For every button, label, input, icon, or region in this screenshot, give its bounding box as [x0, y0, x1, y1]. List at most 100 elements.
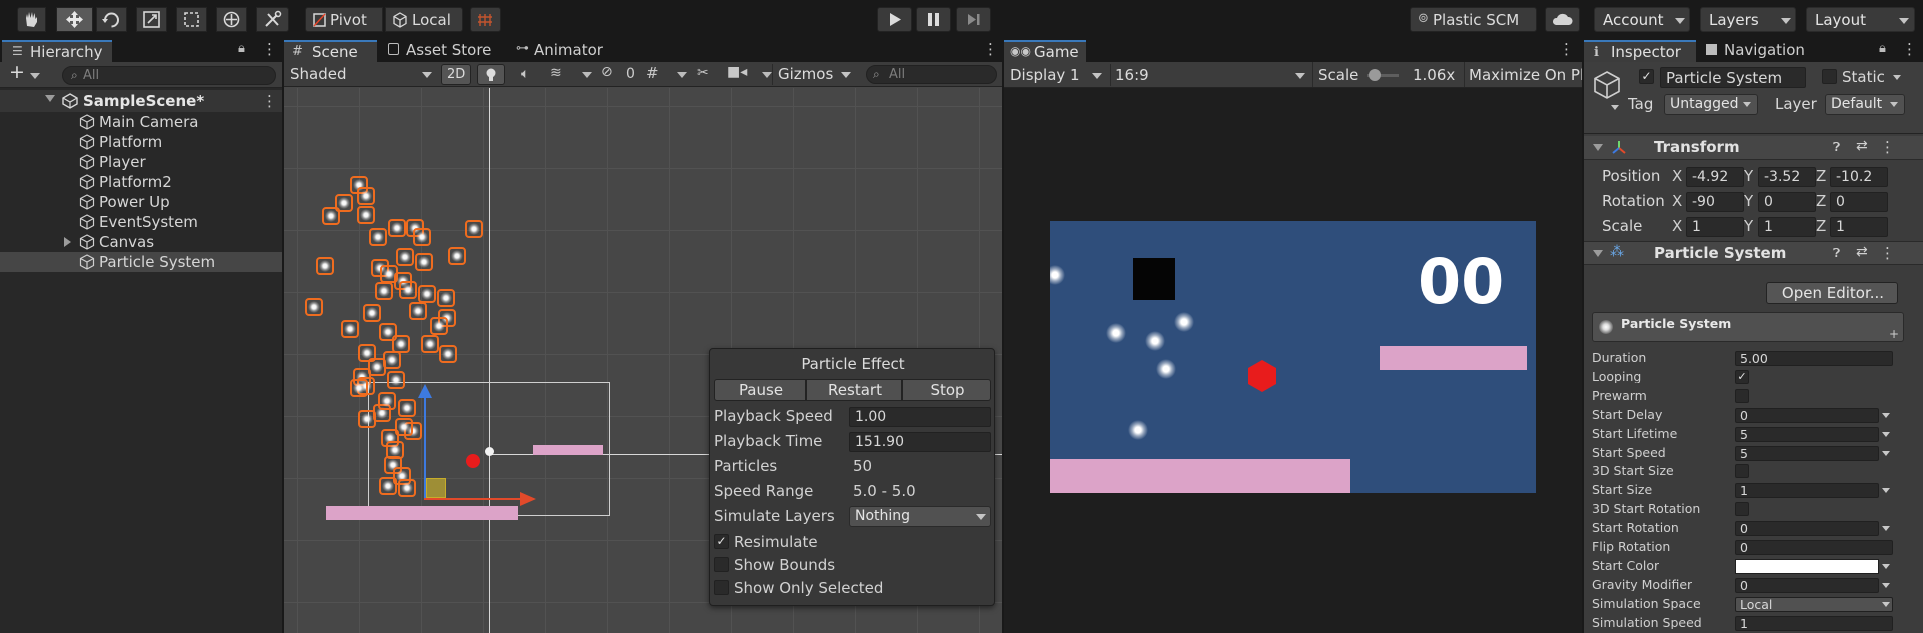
transform-x-field[interactable]: -90 — [1686, 192, 1744, 212]
move-tool-button[interactable] — [56, 7, 93, 32]
help-icon[interactable]: ❓︎ — [1833, 246, 1840, 261]
move-gizmo-x-arrow[interactable] — [520, 492, 536, 506]
aspect-dropdown[interactable]: 16:9 — [1110, 64, 1310, 86]
show-only-selected-checkbox[interactable] — [714, 580, 729, 595]
lighting-toggle[interactable] — [477, 64, 505, 85]
property-field-flip-rotation[interactable]: 0 — [1735, 540, 1893, 555]
property-field-sim-speed[interactable]: 1 — [1735, 615, 1893, 631]
scale-tool-button[interactable] — [136, 7, 167, 32]
transform-y-field[interactable]: 1 — [1758, 217, 1816, 237]
tab-game[interactable]: ◉◉ Game — [1004, 40, 1086, 62]
platform-sprite[interactable] — [326, 506, 518, 520]
chevron-down-icon[interactable] — [1882, 582, 1890, 588]
more-options-icon[interactable]: ⋮ — [983, 40, 998, 58]
foldout-arrow-icon[interactable] — [1593, 250, 1603, 257]
hierarchy-item[interactable]: Platform — [0, 132, 282, 152]
tab-scene[interactable]: # Scene — [284, 40, 377, 62]
chevron-down-icon[interactable] — [1882, 488, 1890, 494]
chevron-down-icon[interactable] — [1893, 75, 1901, 80]
hierarchy-item[interactable]: EventSystem — [0, 212, 282, 232]
tools-icon[interactable]: ✂ — [697, 65, 709, 81]
lock-icon[interactable]: 🔒︎ — [1879, 41, 1886, 56]
static-checkbox[interactable] — [1822, 69, 1837, 84]
transform-y-field[interactable]: -3.52 — [1758, 167, 1816, 187]
simulate-layers-dropdown[interactable]: Nothing — [849, 506, 991, 527]
property-field-start-speed[interactable]: 5 — [1735, 445, 1879, 461]
step-button[interactable] — [956, 7, 991, 32]
transform-x-field[interactable]: -4.92 — [1686, 167, 1744, 187]
chevron-down-icon[interactable] — [1882, 563, 1890, 569]
tab-navigation[interactable]: Navigation — [1698, 40, 1828, 62]
property-field-duration[interactable]: 5.00 — [1735, 351, 1893, 366]
move-gizmo-x-axis[interactable] — [424, 498, 524, 500]
particle-system-header[interactable]: ⁂ Particle System ❓︎ ⇄ ⋮ — [1584, 241, 1923, 265]
lock-icon[interactable]: 🔒︎ — [238, 41, 245, 56]
chevron-down-icon[interactable] — [677, 72, 687, 78]
chevron-down-icon[interactable] — [1882, 412, 1890, 418]
show-bounds-checkbox[interactable] — [714, 557, 729, 572]
transform-y-field[interactable]: 0 — [1758, 192, 1816, 212]
hierarchy-item[interactable]: Power Up — [0, 192, 282, 212]
hierarchy-item[interactable]: Particle System — [0, 252, 282, 272]
add-icon[interactable]: + — [9, 63, 25, 82]
property-field-start-lifetime[interactable]: 5 — [1735, 426, 1879, 442]
pause-button[interactable] — [916, 7, 951, 32]
local-toggle[interactable]: Local — [385, 7, 463, 32]
hierarchy-search-input[interactable]: ⌕ All — [62, 66, 276, 85]
presets-icon[interactable]: ⇄ — [1856, 138, 1868, 154]
chevron-down-icon[interactable] — [1882, 450, 1890, 456]
custom-tool-button[interactable] — [256, 7, 289, 32]
particle-restart-button[interactable]: Restart — [806, 379, 902, 401]
transform-tool-button[interactable] — [216, 7, 247, 32]
help-icon[interactable]: ❓︎ — [1833, 140, 1840, 155]
scene-viewport[interactable]: Particle Effect Pause Restart Stop Playb… — [284, 88, 1002, 633]
effects-icon[interactable]: ≋ — [550, 65, 562, 81]
tab-animator[interactable]: ⊶ Animator — [510, 40, 610, 62]
transform-header[interactable]: Transform ❓︎ ⇄ ⋮ — [1584, 136, 1923, 160]
player-sprite[interactable] — [466, 454, 480, 468]
chevron-down-icon[interactable] — [1882, 526, 1890, 532]
property-checkbox-start-rotation-3d[interactable] — [1735, 502, 1749, 517]
layers-dropdown[interactable]: Layers — [1700, 7, 1796, 32]
chevron-down-icon[interactable] — [30, 73, 40, 79]
transform-z-field[interactable]: -10.2 — [1830, 167, 1888, 187]
hand-tool-button[interactable] — [17, 7, 46, 32]
audio-icon[interactable]: 🔈︎ — [521, 66, 529, 82]
property-field-gravity[interactable]: 0 — [1735, 577, 1879, 593]
move-gizmo-y-arrow[interactable] — [418, 384, 432, 398]
rect-tool-button[interactable] — [176, 7, 207, 32]
rotate-tool-button[interactable] — [96, 7, 127, 32]
more-options-icon[interactable]: ⋮ — [262, 40, 277, 58]
foldout-arrow-icon[interactable] — [1593, 144, 1603, 151]
scale-slider-thumb[interactable] — [1369, 69, 1381, 81]
hidden-objects-icon[interactable]: ⊘ — [601, 64, 613, 80]
more-options-icon[interactable]: ⋮ — [1880, 244, 1895, 262]
more-options-icon[interactable]: ⋮ — [1902, 40, 1917, 58]
gizmos-dropdown[interactable]: Gizmos — [772, 64, 852, 85]
open-editor-button[interactable]: Open Editor... — [1766, 282, 1898, 304]
chevron-down-icon[interactable] — [582, 72, 592, 78]
foldout-arrow-icon[interactable] — [64, 237, 71, 247]
property-checkbox-start-size-3d[interactable] — [1735, 464, 1749, 479]
tag-dropdown[interactable]: Untagged — [1664, 94, 1758, 115]
resimulate-checkbox[interactable]: ✓ — [714, 534, 729, 549]
active-checkbox[interactable]: ✓ — [1639, 69, 1654, 84]
hierarchy-item[interactable]: Platform2 — [0, 172, 282, 192]
layout-dropdown[interactable]: Layout — [1806, 7, 1915, 32]
camera-icon[interactable]: ■◂ — [727, 64, 747, 80]
particle-stop-button[interactable]: Stop — [902, 379, 991, 401]
tab-hierarchy[interactable]: ☰ Hierarchy — [2, 40, 112, 62]
more-options-icon[interactable]: ⋮ — [1880, 138, 1895, 156]
foldout-arrow-icon[interactable] — [45, 95, 55, 102]
tab-asset-store[interactable]: Asset Store — [380, 40, 508, 62]
2d-toggle[interactable]: 2D — [441, 64, 471, 85]
grid-toggle-icon[interactable]: # — [646, 64, 659, 82]
play-button[interactable] — [877, 7, 912, 32]
property-field-start-size[interactable]: 1 — [1735, 483, 1879, 499]
playback-speed-field[interactable]: 1.00 — [849, 407, 991, 427]
cloud-button[interactable] — [1545, 7, 1580, 32]
transform-z-field[interactable]: 0 — [1830, 192, 1888, 212]
chevron-down-icon[interactable] — [1882, 601, 1890, 607]
property-field-sim-space[interactable]: Local — [1735, 596, 1893, 612]
add-module-icon[interactable]: + — [1889, 327, 1899, 341]
